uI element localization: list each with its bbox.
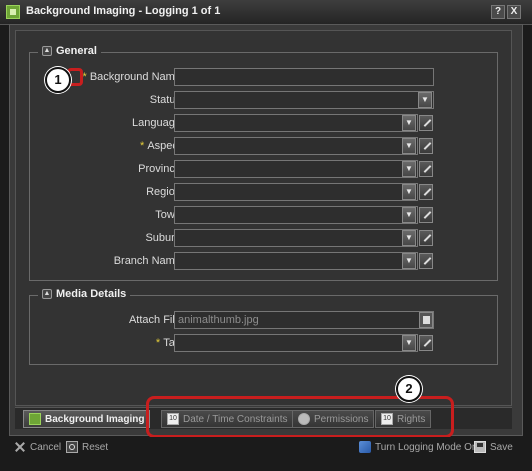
save-button[interactable]: Save: [474, 441, 513, 453]
window-title: Background Imaging - Logging 1 of 1: [26, 5, 221, 17]
edit-icon[interactable]: [419, 115, 433, 131]
field-label: Suburb:: [145, 232, 184, 244]
required-marker: *: [82, 71, 87, 83]
cancel-button[interactable]: Cancel: [14, 441, 61, 453]
field-label: Language:: [132, 117, 184, 129]
edit-icon[interactable]: [419, 335, 433, 351]
field-label: Attach File:: [128, 314, 184, 326]
chevron-down-icon[interactable]: ▼: [402, 161, 416, 177]
form-panel: ▲ General * Background Name: Status: ▼ La…: [15, 30, 512, 406]
field-row-suburb: Suburb: ▼: [16, 229, 513, 247]
callout-2: 2: [396, 376, 422, 402]
background-name-input[interactable]: [174, 68, 434, 86]
save-icon: [474, 441, 486, 453]
field-label: *Tag:: [16, 337, 184, 349]
title-bar: Background Imaging - Logging 1 of 1 ? X: [0, 0, 532, 25]
field-row-background-name: * Background Name:: [16, 68, 513, 86]
field-label: Branch Name:: [113, 255, 184, 267]
chevron-down-icon[interactable]: ▼: [402, 138, 416, 154]
edit-icon[interactable]: [419, 138, 433, 154]
province-select[interactable]: [174, 160, 418, 178]
logging-mode-button[interactable]: Turn Logging Mode On: [359, 441, 477, 453]
logging-icon: [359, 441, 371, 453]
chevron-down-icon[interactable]: ▼: [418, 92, 432, 108]
tabs-highlight: [146, 396, 454, 438]
close-button[interactable]: X: [507, 5, 521, 19]
chevron-down-icon[interactable]: ▼: [402, 115, 416, 131]
chevron-down-icon[interactable]: ▼: [402, 253, 416, 269]
field-row-aspect: * Aspect: ▼: [16, 137, 513, 155]
media-legend[interactable]: ▲ Media Details: [38, 288, 131, 300]
edit-icon[interactable]: [419, 253, 433, 269]
field-row-province: Province: ▼: [16, 160, 513, 178]
field-row-town: Town: ▼: [16, 206, 513, 224]
tag-select[interactable]: [174, 334, 418, 352]
region-select[interactable]: [174, 183, 418, 201]
town-select[interactable]: [174, 206, 418, 224]
chevron-down-icon[interactable]: ▼: [402, 335, 416, 351]
field-row-attach-file: Attach File: animalthumb.jpg: [16, 311, 513, 329]
field-label: * Aspect:: [140, 140, 184, 152]
field-label: Province:: [138, 163, 184, 175]
collapse-icon[interactable]: ▲: [42, 289, 52, 299]
field-row-branch-name: Branch Name: ▼: [16, 252, 513, 270]
footer-bar: Cancel Reset Turn Logging Mode On Save: [0, 437, 532, 471]
tab-background-imaging[interactable]: Background Imaging: [23, 410, 151, 428]
media-group: ▲ Media Details: [29, 288, 498, 365]
field-row-tag: *Tag: ▼: [16, 334, 513, 352]
general-legend-label: General: [56, 45, 97, 57]
field-label: Status:: [149, 94, 184, 106]
app-icon: [6, 5, 20, 19]
suburb-select[interactable]: [174, 229, 418, 247]
chevron-down-icon[interactable]: ▼: [402, 207, 416, 223]
required-marker: *: [140, 140, 145, 152]
callout-1: 1: [45, 67, 71, 93]
media-legend-label: Media Details: [56, 288, 127, 300]
field-label: * Background Name:: [82, 71, 184, 83]
reset-icon: [66, 441, 78, 453]
close-icon: [14, 441, 26, 453]
status-select[interactable]: [174, 91, 434, 109]
reset-button[interactable]: Reset: [66, 441, 108, 453]
field-row-status: Status: ▼: [16, 91, 513, 109]
required-marker: *: [155, 337, 161, 349]
chevron-down-icon[interactable]: ▼: [402, 230, 416, 246]
file-icon[interactable]: [419, 312, 433, 328]
chevron-down-icon[interactable]: ▼: [402, 184, 416, 200]
collapse-icon[interactable]: ▲: [42, 46, 52, 56]
language-select[interactable]: [174, 114, 418, 132]
field-row-region: Region: ▼: [16, 183, 513, 201]
attach-file-input[interactable]: animalthumb.jpg: [174, 311, 434, 329]
branch-name-select[interactable]: [174, 252, 418, 270]
edit-icon[interactable]: [419, 207, 433, 223]
edit-icon[interactable]: [419, 230, 433, 246]
aspect-select[interactable]: [174, 137, 418, 155]
edit-icon[interactable]: [419, 161, 433, 177]
general-legend[interactable]: ▲ General: [38, 45, 101, 57]
field-row-language: Language: ▼: [16, 114, 513, 132]
field-label: Region:: [146, 186, 184, 198]
help-button[interactable]: ?: [491, 5, 505, 19]
edit-icon[interactable]: [419, 184, 433, 200]
field-label: Town:: [155, 209, 184, 221]
image-icon: [29, 413, 41, 425]
